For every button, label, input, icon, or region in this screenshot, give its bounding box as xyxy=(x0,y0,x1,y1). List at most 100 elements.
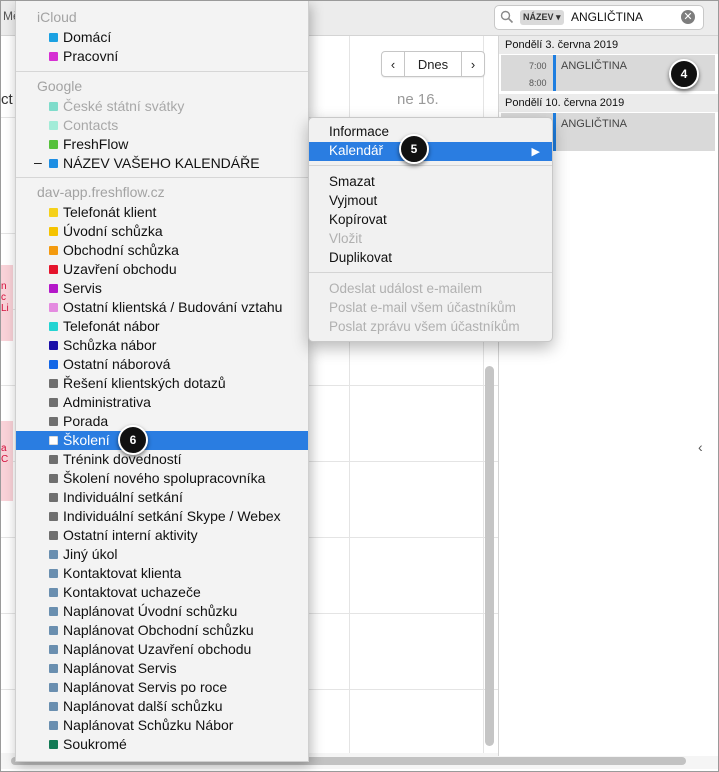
calendar-color-swatch xyxy=(49,52,58,61)
calendar-color-swatch xyxy=(49,140,58,149)
calendar-menu-item-label: Ostatní náborová xyxy=(63,356,171,372)
callout-badge: 4 xyxy=(669,59,699,89)
calendar-menu-item[interactable]: Porada xyxy=(16,412,308,431)
calendar-menu-item-label: FreshFlow xyxy=(63,136,129,152)
calendar-color-swatch xyxy=(49,341,58,350)
calendar-menu-item-label: Školení nového spolupracovníka xyxy=(63,470,266,486)
calendar-menu-item[interactable]: Servis xyxy=(16,279,308,298)
calendar-menu-item[interactable]: Ostatní interní aktivity xyxy=(16,526,308,545)
context-menu-item: Vložit xyxy=(309,230,552,249)
calendar-menu-item[interactable]: Individuální setkání Skype / Webex xyxy=(16,507,308,526)
context-menu-item-label: Duplikovat xyxy=(329,250,393,265)
calendar-menu-item[interactable]: Kontaktovat klienta xyxy=(16,564,308,583)
calendar-color-swatch xyxy=(49,227,58,236)
calendar-menu-item[interactable]: Telefonát nábor xyxy=(16,317,308,336)
context-menu-item[interactable]: Kalendář ▶ xyxy=(309,142,552,161)
calendar-color-swatch xyxy=(49,626,58,635)
calendar-menu-item[interactable]: Soukromé xyxy=(16,735,308,754)
calendar-menu-item[interactable]: Úvodní schůzka xyxy=(16,222,308,241)
calendar-color-swatch xyxy=(49,550,58,559)
calendar-menu-item[interactable]: Naplánovat Servis xyxy=(16,659,308,678)
calendar-menu-item[interactable]: Trénink dovedností xyxy=(16,450,308,469)
calendar-menu-item[interactable]: Školení xyxy=(16,431,308,450)
next-button[interactable]: › xyxy=(461,52,484,76)
calendar-menu-item-label: Kontaktovat uchazeče xyxy=(63,584,201,600)
calendar-menu-item[interactable]: FreshFlow xyxy=(16,135,308,154)
calendar-color-swatch xyxy=(49,588,58,597)
search-term[interactable]: ANGLIČTINA xyxy=(571,10,643,24)
calendar-color-swatch xyxy=(49,664,58,673)
calendar-menu-item[interactable]: Contacts xyxy=(16,116,308,135)
today-button[interactable]: Dnes xyxy=(405,52,461,76)
calendar-menu-item[interactable]: Uzavření obchodu xyxy=(16,260,308,279)
calendar-color-swatch xyxy=(49,455,58,464)
context-menu-item[interactable]: Smazat xyxy=(309,173,552,192)
calendar-account-header: iCloud xyxy=(37,9,77,25)
calendar-menu-item[interactable]: Naplánovat Úvodní schůzku xyxy=(16,602,308,621)
calendar-menu-item-label: Školení xyxy=(63,432,110,448)
calendar-menu-item[interactable]: Administrativa xyxy=(16,393,308,412)
calendar-menu-item[interactable]: Pracovní xyxy=(16,47,308,66)
calendar-menu-item[interactable]: Individuální setkání xyxy=(16,488,308,507)
context-menu-item[interactable]: Informace xyxy=(309,123,552,142)
calendar-color-swatch xyxy=(49,569,58,578)
calendar-color-swatch xyxy=(49,436,58,445)
calendar-menu-item[interactable]: Naplánovat Schůzku Nábor xyxy=(16,716,308,735)
context-menu-item-label: Kopírovat xyxy=(329,212,387,227)
search-field[interactable]: NÁZEV ▾ ANGLIČTINA ✕ xyxy=(494,5,704,30)
calendar-color-swatch xyxy=(49,360,58,369)
clear-icon[interactable]: ✕ xyxy=(681,10,695,24)
context-menu-item-label: Informace xyxy=(329,124,390,139)
calendar-menu-item[interactable]: Naplánovat další schůzku xyxy=(16,697,308,716)
calendar-menu-item-label: Servis xyxy=(63,280,102,296)
event-color-bar xyxy=(553,113,556,151)
calendar-color-swatch xyxy=(49,493,58,502)
previous-button[interactable]: ‹ xyxy=(382,52,405,76)
calendar-menu-item[interactable]: Telefonát klient xyxy=(16,203,308,222)
calendar-menu-item[interactable]: Naplánovat Uzavření obchodu xyxy=(16,640,308,659)
mixed-state-mark: – xyxy=(34,154,42,170)
calendar-menu-item-label: Telefonát klient xyxy=(63,204,157,220)
calendar-menu-item[interactable]: Schůzka nábor xyxy=(16,336,308,355)
calendar-color-swatch xyxy=(49,303,58,312)
calendar-color-swatch xyxy=(49,645,58,654)
vertical-scrollbar[interactable] xyxy=(485,366,494,746)
calendar-menu-item[interactable]: Školení nového spolupracovníka xyxy=(16,469,308,488)
context-menu-item[interactable]: Vyjmout xyxy=(309,192,552,211)
calendar-menu-item[interactable]: České státní svátky xyxy=(16,97,308,116)
calendar-menu-item[interactable]: Ostatní náborová xyxy=(16,355,308,374)
calendar-menu-item[interactable]: Řešení klientských dotazů xyxy=(16,374,308,393)
calendar-color-swatch xyxy=(49,531,58,540)
context-menu-item: Poslat e-mail všem účastníkům xyxy=(309,299,552,318)
calendar-color-swatch xyxy=(49,607,58,616)
context-menu-item-label: Poslat zprávu všem účastníkům xyxy=(329,319,520,334)
calendar-menu-item[interactable]: Ostatní klientská / Budování vztahu xyxy=(16,298,308,317)
calendar-color-swatch xyxy=(49,474,58,483)
navigation-control: ‹ Dnes › xyxy=(381,51,485,77)
calendar-menu-item-label: Telefonát nábor xyxy=(63,318,160,334)
menu-separator xyxy=(309,165,552,166)
calendar-color-swatch xyxy=(49,398,58,407)
calendar-event[interactable]: a C xyxy=(1,421,13,501)
calendar-menu-item[interactable]: Obchodní schůzka xyxy=(16,241,308,260)
calendar-menu-item-label: Naplánovat Schůzku Nábor xyxy=(63,717,234,733)
search-scope-token[interactable]: NÁZEV ▾ xyxy=(520,10,564,25)
calendar-menu-item[interactable]: Domácí xyxy=(16,28,308,47)
partial-label: ct xyxy=(1,91,13,108)
calendar-color-swatch xyxy=(49,246,58,255)
calendar-menu-item[interactable]: Naplánovat Servis po roce xyxy=(16,678,308,697)
calendar-menu-item[interactable]: – NÁZEV VAŠEHO KALENDÁŘE xyxy=(16,154,308,173)
calendar-color-swatch xyxy=(49,379,58,388)
context-menu-item[interactable]: Kopírovat xyxy=(309,211,552,230)
calendar-menu-item[interactable]: Kontaktovat uchazeče xyxy=(16,583,308,602)
result-date-header: Pondělí 10. června 2019 xyxy=(499,94,718,112)
calendar-menu-item-label: Pracovní xyxy=(63,48,119,64)
event-title: ANGLIČTINA xyxy=(561,60,628,72)
context-menu-item[interactable]: Duplikovat xyxy=(309,249,552,268)
calendar-menu-item-label: Naplánovat Úvodní schůzku xyxy=(63,603,238,619)
calendar-event[interactable]: n c Li xyxy=(1,265,13,341)
calendar-menu-item[interactable]: Naplánovat Obchodní schůzku xyxy=(16,621,308,640)
calendar-menu-item[interactable]: Jiný úkol xyxy=(16,545,308,564)
calendar-list-menu: iCloud Domácí Pracovní Google České státní s… xyxy=(15,1,309,762)
chevron-left-icon[interactable]: ‹ xyxy=(698,439,703,455)
